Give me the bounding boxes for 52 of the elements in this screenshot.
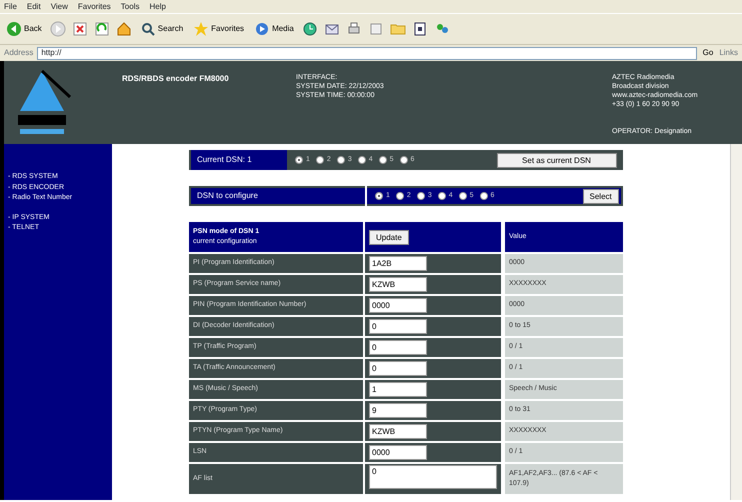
- input-field[interactable]: 0: [369, 319, 427, 334]
- radio-button[interactable]: [480, 192, 488, 200]
- input-field[interactable]: 0000: [369, 298, 427, 313]
- menu-item[interactable]: File: [4, 1, 17, 12]
- menu-item[interactable]: Tools: [120, 1, 140, 12]
- input-field[interactable]: KZWB: [369, 277, 427, 292]
- radio-button[interactable]: [378, 156, 387, 164]
- window-icon[interactable]: [412, 21, 428, 37]
- links-label[interactable]: Links: [719, 47, 738, 59]
- text-area[interactable]: 0: [369, 464, 497, 489]
- input-field[interactable]: 0000: [369, 445, 427, 460]
- input-field[interactable]: KZWB: [369, 424, 427, 439]
- radio-button[interactable]: [400, 156, 408, 164]
- set-current-dsn-button[interactable]: Set as current DSN: [496, 152, 616, 168]
- input-field[interactable]: 1: [369, 382, 427, 397]
- radio-button[interactable]: [458, 192, 467, 200]
- radio-button[interactable]: [336, 156, 345, 164]
- page-title: RDS/RBDS encoder FM8000: [122, 73, 230, 85]
- star-icon: [193, 21, 210, 37]
- radio-button[interactable]: [396, 192, 404, 200]
- stop-icon[interactable]: [72, 21, 88, 37]
- radio-button[interactable]: [438, 192, 446, 200]
- input-field[interactable]: 1A2B: [369, 256, 427, 271]
- go-button[interactable]: Go: [700, 46, 716, 60]
- toolbar-button[interactable]: Favorites: [191, 20, 246, 38]
- radio-button[interactable]: [295, 156, 303, 164]
- toolbar-button[interactable]: Search: [138, 20, 186, 38]
- menu-item[interactable]: Help: [149, 1, 166, 12]
- configure-label: DSN to configure: [196, 190, 259, 202]
- input-field[interactable]: 9: [369, 403, 427, 418]
- menu-item[interactable]: Edit: [26, 1, 41, 12]
- address-label: Address: [4, 47, 34, 59]
- radio-button[interactable]: [316, 156, 324, 164]
- toolbar-button[interactable]: Media: [252, 20, 296, 38]
- radio-button[interactable]: [375, 192, 383, 200]
- radio-button[interactable]: [416, 192, 425, 200]
- menu-item[interactable]: Favorites: [78, 1, 111, 12]
- input-field[interactable]: 0: [369, 340, 427, 355]
- menu-item[interactable]: View: [50, 1, 68, 12]
- refresh-icon[interactable]: [94, 21, 110, 37]
- scrollbar[interactable]: [730, 144, 742, 500]
- clock-icon[interactable]: [302, 21, 318, 37]
- current-dsn-label: Current DSN: 1: [191, 150, 287, 170]
- search-icon: [140, 21, 156, 37]
- address-field[interactable]: http://: [37, 46, 697, 60]
- toolbar-button[interactable]: Back: [4, 20, 44, 38]
- select-button[interactable]: Select: [582, 188, 619, 204]
- media-icon: [254, 21, 270, 37]
- update-button[interactable]: Update: [369, 230, 409, 244]
- radio-button[interactable]: [358, 156, 366, 164]
- house-icon[interactable]: [116, 21, 132, 37]
- input-field[interactable]: 0: [369, 361, 427, 376]
